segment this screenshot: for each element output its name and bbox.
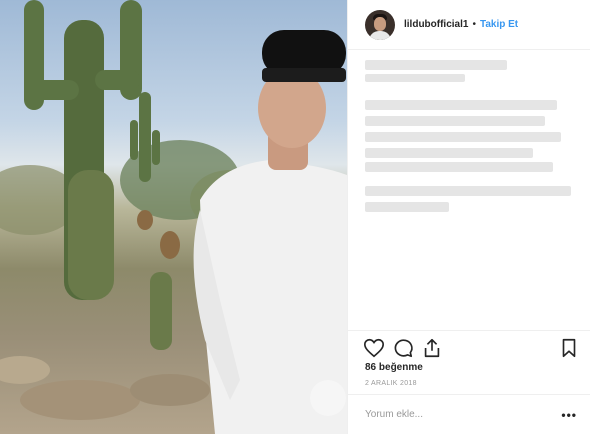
separator-dot: • [472, 19, 476, 30]
bookmark-icon[interactable] [558, 337, 580, 359]
avatar[interactable] [365, 9, 395, 40]
post-date: 2 ARALIK 2018 [365, 380, 417, 387]
desert-photo-illustration [0, 0, 347, 434]
action-bar [348, 330, 590, 362]
username[interactable]: lildubofficial1 [404, 19, 468, 30]
follow-button[interactable]: Takip Et [480, 19, 518, 30]
share-icon[interactable] [421, 337, 443, 359]
more-options-icon[interactable]: ••• [561, 408, 577, 422]
post-details-panel: lildubofficial1 • Takip Et 86 beğenme 2 … [347, 0, 590, 434]
likes-count[interactable]: 86 beğenme [365, 362, 423, 373]
comment-input[interactable] [365, 409, 562, 420]
comment-box: ••• [348, 394, 590, 434]
post-photo[interactable] [0, 0, 347, 434]
caption-blurred [362, 58, 584, 228]
comment-bubble-icon[interactable] [392, 337, 414, 359]
post-header: lildubofficial1 • Takip Et [348, 0, 590, 50]
heart-icon[interactable] [363, 337, 385, 359]
